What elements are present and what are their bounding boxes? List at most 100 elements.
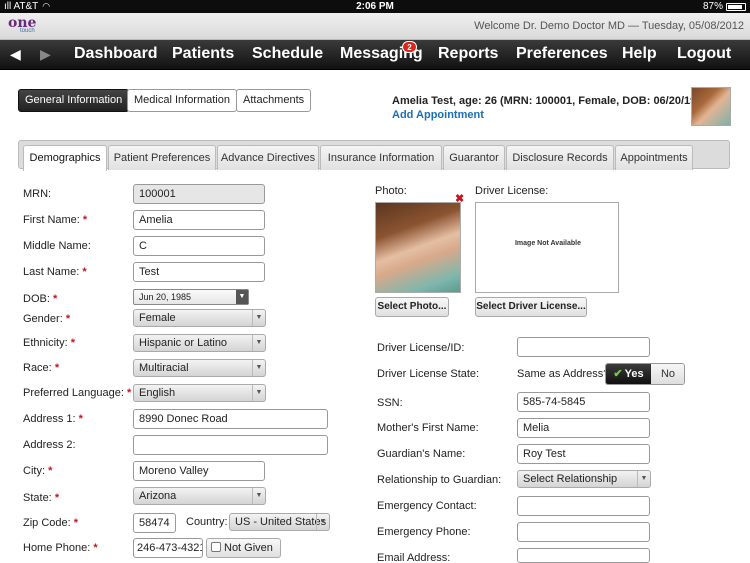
ssn-label: SSN: [377, 397, 403, 409]
race-select[interactable]: Multiracial ▼ [133, 359, 266, 377]
nav-reports[interactable]: Reports [438, 45, 498, 63]
chevron-down-icon: ▼ [252, 360, 265, 376]
tab-attachments[interactable]: Attachments [236, 89, 312, 112]
forward-arrow-icon[interactable]: ▶ [40, 46, 51, 63]
address2-label: Address 2: [23, 439, 76, 451]
select-driver-license-button[interactable]: Select Driver License... [475, 297, 587, 317]
remove-photo-icon[interactable]: ✖ [455, 192, 464, 205]
last-name-input[interactable]: Test [133, 262, 265, 282]
subtab-insurance-information[interactable]: Insurance Information [320, 145, 442, 170]
guardian-name-input[interactable]: Roy Test [517, 444, 650, 464]
nav-schedule[interactable]: Schedule [252, 45, 323, 63]
dl-id-input[interactable] [517, 337, 650, 357]
photo-label: Photo: [375, 185, 407, 197]
ethnicity-select[interactable]: Hispanic or Latino ▼ [133, 334, 266, 352]
home-phone-label: Home Phone: * [23, 542, 98, 554]
state-select[interactable]: Arizona ▼ [133, 487, 266, 505]
same-as-address-toggle[interactable]: ✔ Yes No [605, 363, 685, 385]
patient-photo [375, 202, 461, 293]
chevron-down-icon: ▼ [252, 385, 265, 401]
dob-picker[interactable]: Jun 20, 1985 ▼ [133, 289, 249, 305]
messaging-badge: 2 [402, 41, 417, 53]
chevron-down-icon: ▼ [236, 290, 248, 304]
select-photo-button[interactable]: Select Photo... [375, 297, 449, 317]
add-appointment-link[interactable]: Add Appointment [392, 109, 484, 121]
language-select[interactable]: English ▼ [133, 384, 266, 402]
address1-input[interactable]: 8990 Donec Road [133, 409, 328, 429]
emergency-phone-label: Emergency Phone: [377, 526, 471, 538]
emergency-phone-input[interactable] [517, 522, 650, 542]
mother-name-label: Mother's First Name: [377, 422, 479, 434]
last-name-label: Last Name: * [23, 266, 87, 278]
driver-license-label: Driver License: [475, 185, 549, 197]
city-input[interactable]: Moreno Valley [133, 461, 265, 481]
zip-label: Zip Code: * [23, 517, 79, 529]
back-arrow-icon[interactable]: ◀ [10, 46, 21, 63]
subtab-demographics[interactable]: Demographics [23, 145, 107, 171]
first-name-input[interactable]: Amelia [133, 210, 265, 230]
subtab-patient-preferences[interactable]: Patient Preferences [108, 145, 216, 170]
middle-name-input[interactable]: C [133, 236, 265, 256]
main-nav: ◀ ▶ Dashboard Patients Schedule Messagin… [0, 40, 750, 70]
mrn-field: 100001 [133, 184, 265, 204]
dl-state-label: Driver License State: [377, 368, 480, 380]
nav-help[interactable]: Help [622, 45, 657, 63]
subtab-appointments[interactable]: Appointments [615, 145, 693, 170]
gender-select[interactable]: Female ▼ [133, 309, 266, 327]
chevron-down-icon: ▼ [252, 310, 265, 326]
toggle-yes[interactable]: ✔ Yes [606, 364, 651, 384]
check-icon: ✔ [613, 368, 623, 380]
subtab-disclosure-records[interactable]: Disclosure Records [506, 145, 614, 170]
same-as-address-label: Same as Address? [517, 368, 610, 380]
gender-label: Gender: * [23, 313, 71, 325]
language-label: Preferred Language: * [23, 387, 132, 399]
mother-name-input[interactable]: Melia [517, 418, 650, 438]
patient-summary: Amelia Test, age: 26 (MRN: 100001, Femal… [392, 95, 713, 107]
guardian-name-label: Guardian's Name: [377, 448, 466, 460]
address1-label: Address 1: * [23, 413, 83, 425]
subtab-guarantor[interactable]: Guarantor [443, 145, 505, 170]
nav-dashboard[interactable]: Dashboard [74, 45, 158, 63]
driver-license-image: Image Not Available [475, 202, 619, 293]
emergency-contact-input[interactable] [517, 496, 650, 516]
clock: 2:06 PM [356, 1, 394, 12]
app-header: one touch Welcome Dr. Demo Doctor MD — T… [0, 13, 750, 40]
country-select[interactable]: US - United States ▼ [229, 513, 330, 531]
first-name-label: First Name: * [23, 214, 88, 226]
tab-medical-information[interactable]: Medical Information [127, 89, 237, 112]
state-label: State: * [23, 492, 60, 504]
nav-preferences[interactable]: Preferences [516, 45, 608, 63]
app-logo: one touch [8, 15, 37, 34]
nav-messaging[interactable]: Messaging 2 [340, 41, 423, 63]
nav-patients[interactable]: Patients [172, 45, 234, 63]
email-input[interactable] [517, 548, 650, 563]
ssn-input[interactable]: 585-74-5845 [517, 392, 650, 412]
city-label: City: * [23, 465, 53, 477]
zip-input[interactable]: 58474 [133, 513, 176, 533]
chevron-down-icon: ▼ [252, 488, 265, 504]
subtab-advance-directives[interactable]: Advance Directives [217, 145, 319, 170]
relationship-select[interactable]: Select Relationship ▼ [517, 470, 651, 488]
ethnicity-label: Ethnicity: * [23, 337, 75, 349]
race-label: Race: * [23, 362, 60, 374]
middle-name-label: Middle Name: [23, 240, 91, 252]
tab-general-information[interactable]: General Information [18, 89, 130, 112]
status-bar: ıll AT&T ◠ 2:06 PM 87% [0, 0, 750, 13]
home-phone-input[interactable]: 246-473-4321 [133, 538, 203, 558]
chevron-down-icon: ▼ [252, 335, 265, 351]
patient-avatar [691, 87, 731, 126]
checkbox-icon [211, 542, 221, 553]
sub-tab-bar: Demographics Patient Preferences Advance… [18, 140, 730, 171]
chevron-down-icon: ▼ [316, 514, 329, 530]
not-given-checkbox[interactable]: Not Given [206, 538, 281, 558]
battery-icon [726, 2, 746, 11]
country-label: Country: [186, 516, 228, 528]
toggle-no[interactable]: No [651, 364, 684, 384]
relationship-label: Relationship to Guardian: [377, 474, 502, 486]
dob-label: DOB: * [23, 293, 58, 305]
dl-id-label: Driver License/ID: [377, 342, 465, 354]
address2-input[interactable] [133, 435, 328, 455]
nav-logout[interactable]: Logout [677, 45, 731, 63]
welcome-text: Welcome Dr. Demo Doctor MD — Tuesday, 05… [474, 20, 744, 32]
email-label: Email Address: [377, 552, 451, 563]
